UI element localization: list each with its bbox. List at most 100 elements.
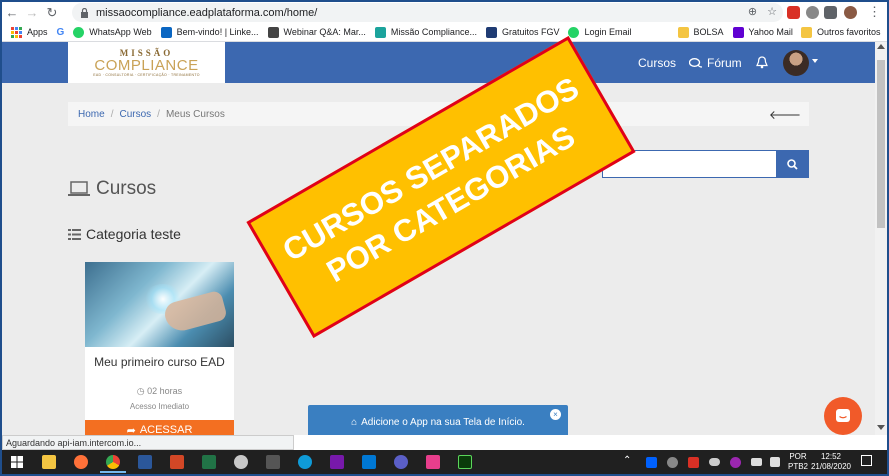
- scroll-thumb[interactable]: [877, 60, 885, 228]
- tray-app-icon[interactable]: [667, 457, 678, 468]
- calculator-icon[interactable]: [266, 455, 280, 469]
- whatsapp-icon: [73, 26, 85, 38]
- missao-icon: [374, 26, 386, 38]
- folder-icon: [677, 26, 689, 38]
- bookmark-yahoo[interactable]: Yahoo Mail: [732, 26, 793, 38]
- search-icon: [787, 158, 798, 170]
- course-hours: ◷ 02 horas: [136, 386, 183, 396]
- notifications-icon[interactable]: [861, 455, 872, 466]
- clock[interactable]: 12:52 21/08/2020: [810, 452, 852, 472]
- star-icon[interactable]: ☆: [767, 5, 777, 18]
- chat-icon: [836, 409, 850, 422]
- address-bar[interactable]: missaocompliance.eadplataforma.com/home/…: [72, 3, 783, 22]
- photos-icon[interactable]: [426, 455, 440, 469]
- search-button[interactable]: [776, 150, 809, 178]
- bookmark-webinar[interactable]: Webinar Q&A: Mar...: [267, 26, 366, 38]
- bookmark-apps[interactable]: Apps: [11, 26, 48, 38]
- puzzle-icon[interactable]: [824, 6, 837, 19]
- teams-icon[interactable]: [394, 455, 408, 469]
- list-icon: [68, 228, 81, 240]
- network-icon[interactable]: [751, 458, 762, 466]
- browser-status: Aguardando api-iam.intercom.io...: [2, 435, 294, 450]
- fgv-icon: [485, 26, 497, 38]
- lock-icon: [81, 7, 88, 18]
- email-icon: [568, 26, 580, 38]
- nav-cursos[interactable]: Cursos: [638, 56, 676, 70]
- dropbox-icon[interactable]: [646, 457, 657, 468]
- powerpoint-icon[interactable]: [170, 455, 184, 469]
- language-indicator[interactable]: POR PTB2: [788, 452, 808, 472]
- tray-chevron-icon[interactable]: ⌃: [623, 455, 631, 466]
- edge-icon[interactable]: [298, 455, 312, 469]
- linkedin-icon: [160, 26, 172, 38]
- active-indicator: [100, 471, 126, 473]
- course-title: Meu primeiro curso EAD: [94, 355, 225, 369]
- captivate-icon[interactable]: [458, 455, 472, 469]
- forward-button[interactable]: →: [22, 3, 42, 23]
- browser-toolbar: ← → ↻ missaocompliance.eadplataforma.com…: [2, 2, 887, 23]
- breadcrumb-home[interactable]: Home: [78, 109, 105, 120]
- scroll-up-arrow[interactable]: [877, 44, 885, 49]
- site-logo[interactable]: MISSÃO COMPLIANCE EAD · CONSULTORIA · CE…: [68, 42, 225, 83]
- nav-forum[interactable]: Fórum: [689, 56, 742, 70]
- back-button[interactable]: ←: [2, 3, 22, 23]
- category-title: Categoria teste: [68, 226, 181, 242]
- windows-start-icon[interactable]: [11, 456, 23, 468]
- onenote-icon[interactable]: [330, 455, 344, 469]
- course-card[interactable]: Meu primeiro curso EAD ◷ 02 horas Acesso…: [85, 262, 234, 435]
- paint-icon[interactable]: [234, 455, 248, 469]
- close-icon[interactable]: ×: [550, 409, 561, 420]
- bookmark-bolsa[interactable]: BOLSA: [677, 26, 724, 38]
- folder-icon: [801, 26, 812, 38]
- share-arrow-icon: ➦: [126, 424, 136, 436]
- menu-icon[interactable]: ⋮: [868, 4, 881, 20]
- firefox-icon[interactable]: [74, 455, 88, 469]
- bookmark-whatsapp[interactable]: WhatsApp Web: [73, 26, 152, 38]
- breadcrumb-current: Meus Cursos: [165, 108, 225, 120]
- chrome-icon[interactable]: [106, 455, 120, 469]
- profile-avatar[interactable]: [844, 6, 857, 19]
- chevron-down-icon[interactable]: [812, 59, 818, 63]
- bookmark-missao[interactable]: Missão Compliance...: [374, 26, 477, 38]
- page-title: Cursos: [68, 178, 156, 200]
- word-icon[interactable]: [138, 455, 152, 469]
- apps-grid-icon: [11, 26, 22, 38]
- rd-icon: [267, 26, 279, 38]
- home-icon: ⌂: [351, 416, 358, 428]
- tray-app-icon[interactable]: [730, 457, 741, 468]
- google-icon: G: [56, 26, 65, 38]
- bookmark-login-email[interactable]: Login Email: [568, 26, 632, 38]
- course-thumbnail: [85, 262, 234, 347]
- add-app-banner[interactable]: ⌂ Adicione o App na sua Tela de Início.: [308, 405, 568, 435]
- user-avatar[interactable]: [783, 50, 809, 76]
- windows-taskbar: ⌃ POR PTB2 12:52 21/08/2020: [2, 450, 887, 474]
- scroll-down-arrow[interactable]: [877, 425, 885, 430]
- clock-icon: ◷: [136, 386, 148, 396]
- extension-icon[interactable]: [806, 6, 819, 19]
- bookmark-fgv[interactable]: Gratuitos FGV: [485, 26, 559, 38]
- bookmarks-bar: Apps G WhatsApp Web Bem-vindo! | Linke..…: [2, 23, 887, 42]
- reload-button[interactable]: ↻: [42, 3, 62, 23]
- yahoo-icon: [732, 26, 744, 38]
- outlook-icon[interactable]: [362, 455, 376, 469]
- url-text: missaocompliance.eadplataforma.com/home/: [96, 6, 318, 19]
- breadcrumb-cursos[interactable]: Cursos: [119, 109, 151, 120]
- excel-icon[interactable]: [202, 455, 216, 469]
- intercom-chat-button[interactable]: [824, 397, 862, 435]
- site-navbar: MISSÃO COMPLIANCE EAD · CONSULTORIA · CE…: [2, 42, 875, 83]
- bell-icon[interactable]: [756, 56, 768, 69]
- bookmark-linkedin[interactable]: Bem-vindo! | Linke...: [160, 26, 259, 38]
- tray-app-icon[interactable]: [688, 457, 699, 468]
- extension-icon[interactable]: [787, 6, 800, 19]
- bookmark-other[interactable]: Outros favoritos: [801, 26, 881, 38]
- add-icon[interactable]: ⊕: [748, 5, 757, 18]
- volume-icon[interactable]: [770, 457, 780, 467]
- page-scrollbar[interactable]: [875, 42, 887, 435]
- access-course-button[interactable]: ➦ ACESSAR: [85, 420, 234, 435]
- course-access: Acesso Imediato: [129, 402, 190, 411]
- bookmark-google[interactable]: G: [57, 27, 65, 38]
- back-arrow-icon[interactable]: 🡐: [769, 107, 801, 122]
- laptop-icon: [68, 181, 90, 196]
- file-explorer-icon[interactable]: [42, 455, 56, 469]
- cloud-icon[interactable]: [709, 458, 720, 466]
